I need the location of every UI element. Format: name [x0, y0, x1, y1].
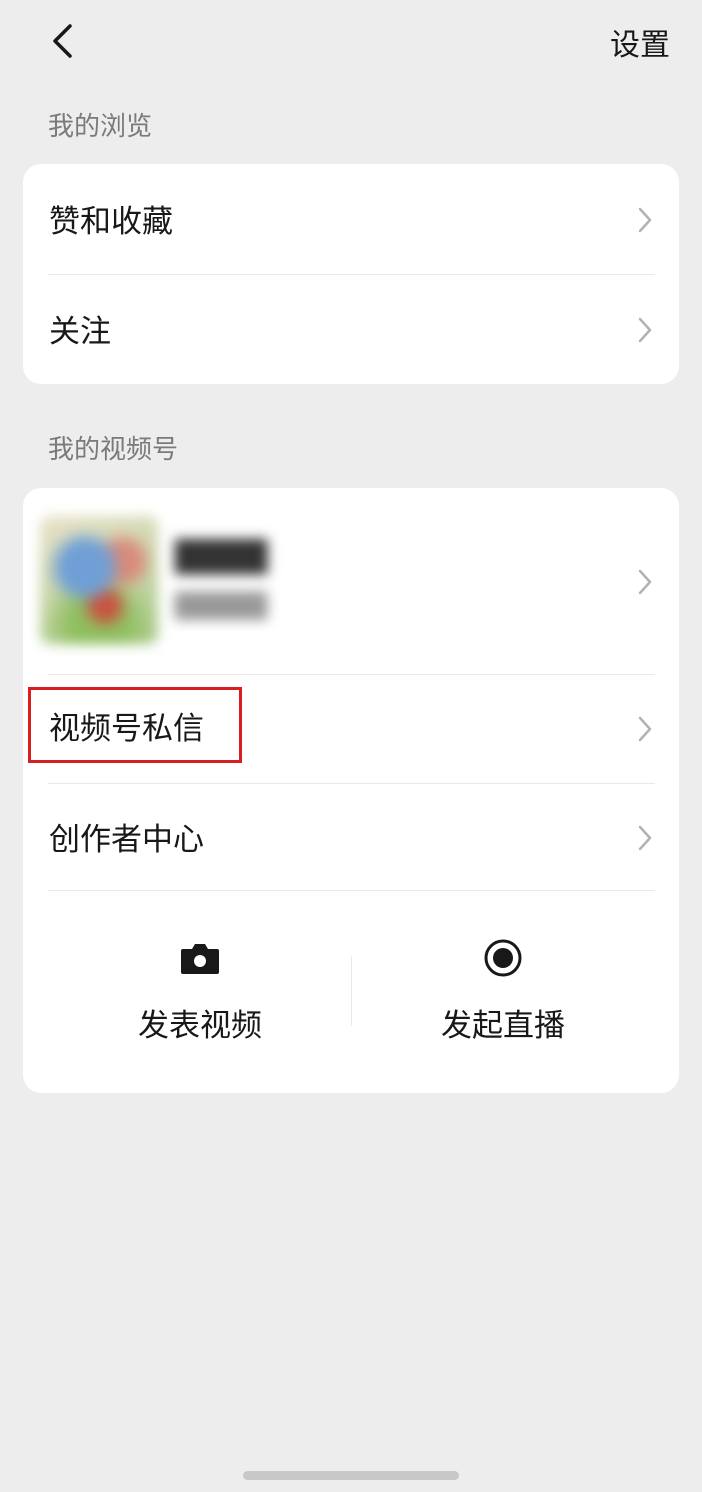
avatar — [40, 516, 158, 644]
start-live-label: 发起直播 — [441, 1008, 565, 1044]
section-title-channels: 我的视频号 — [48, 435, 179, 465]
following-item[interactable]: 关注 — [23, 274, 679, 384]
section-title-browse: 我的浏览 — [48, 112, 153, 142]
likes-favorites-label: 赞和收藏 — [49, 204, 173, 240]
channels-card: ████ █████ 视频号私信 创作者中心 发表视频 发起直播 — [23, 488, 679, 1093]
channel-profile-item[interactable]: ████ █████ — [23, 488, 679, 674]
divider — [48, 890, 655, 891]
start-live-button[interactable]: 发起直播 — [403, 938, 603, 1044]
chevron-right-icon — [638, 569, 652, 595]
settings-link[interactable]: 设置 — [610, 20, 670, 64]
likes-favorites-item[interactable]: 赞和收藏 — [23, 164, 679, 274]
profile-subtitle-blurred: █████ — [175, 592, 268, 620]
chevron-right-icon — [638, 716, 652, 742]
chevron-right-icon — [638, 825, 652, 851]
creator-center-label: 创作者中心 — [49, 822, 204, 858]
back-button[interactable] — [40, 18, 84, 64]
top-bar: 设置 — [0, 0, 702, 84]
highlight-box — [28, 687, 242, 763]
creator-center-item[interactable]: 创作者中心 — [23, 784, 679, 892]
vertical-divider — [351, 956, 352, 1026]
browse-card: 赞和收藏 关注 — [23, 164, 679, 384]
chevron-right-icon — [638, 207, 652, 233]
back-arrow-icon — [53, 24, 72, 58]
post-video-label: 发表视频 — [138, 1008, 262, 1044]
post-video-button[interactable]: 发表视频 — [100, 938, 300, 1044]
home-indicator[interactable] — [243, 1471, 459, 1480]
profile-name-blurred: ████ — [175, 540, 268, 575]
following-label: 关注 — [49, 314, 111, 350]
live-record-icon — [484, 939, 522, 977]
camera-icon — [181, 944, 219, 974]
chevron-right-icon — [638, 317, 652, 343]
